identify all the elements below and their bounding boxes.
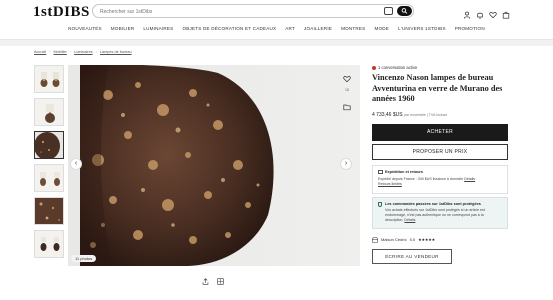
murano-glass-vase-image: [80, 65, 274, 266]
search-button[interactable]: [397, 6, 412, 16]
search-bar[interactable]: [92, 4, 414, 18]
lamp-pair-image: [40, 237, 60, 251]
nav-item[interactable]: ART: [285, 26, 295, 36]
truck-icon: [378, 169, 383, 174]
protection-description: Vos achats effectués sur 1stDibs sont pr…: [385, 207, 485, 222]
cart-icon[interactable]: [502, 6, 510, 19]
breadcrumb-item[interactable]: Lampes de bureau: [100, 50, 132, 54]
shipping-box: Expédition et retours Expédié depuis Fra…: [372, 164, 508, 194]
breadcrumb-item[interactable]: Luminaires: [74, 50, 93, 54]
lamp-pair-image: [40, 172, 60, 186]
breadcrumb-separator: ›: [49, 50, 51, 54]
glass-texture-image: [35, 198, 63, 224]
thumbnail[interactable]: [34, 65, 64, 93]
heart-icon: [343, 75, 351, 83]
protection-title: Les commandes passées sur 1stDibs sont p…: [385, 201, 481, 206]
camera-icon[interactable]: [384, 7, 393, 15]
search-input[interactable]: [100, 6, 370, 17]
thumbnail[interactable]: [34, 98, 64, 126]
returns-link[interactable]: Retours limités: [378, 182, 402, 186]
view-in-room-icon[interactable]: [217, 272, 224, 290]
lamp-image: [45, 104, 55, 123]
seller-rating: 5.0: [409, 237, 416, 242]
favorite-button[interactable]: [341, 70, 353, 88]
photo-count-badge[interactable]: 11 photos: [71, 255, 97, 262]
favorites-icon[interactable]: [489, 6, 497, 19]
thumbnail-list: [34, 65, 64, 263]
main-nav: NOUVEAUTÉS MOBILIER LUMINAIRES OBJETS DE…: [0, 26, 553, 36]
make-offer-button[interactable]: PROPOSER UN PRIX: [372, 143, 508, 160]
nav-item[interactable]: OBJETS DE DÉCORATION ET CADEAUX: [182, 26, 276, 36]
buy-button[interactable]: ACHETER: [372, 123, 508, 141]
product-title: Vincenzo Nason lampes de bureau Avventur…: [372, 73, 503, 103]
main-product-image[interactable]: ‹ ›: [68, 65, 360, 266]
rating-stars: ★★★★★: [418, 237, 436, 242]
protection-text: Vos achats effectués sur 1stDibs sont pr…: [385, 208, 502, 223]
save-to-folder-button[interactable]: [341, 98, 353, 116]
buyer-protection-box: Les commandes passées sur 1stDibs sont p…: [372, 196, 508, 229]
previous-image-arrow[interactable]: ‹: [70, 158, 82, 170]
seller-info: Maison Cedric 5.0 ★★★★★: [372, 236, 508, 243]
breadcrumb-item[interactable]: Accueil: [34, 50, 46, 54]
favorite-count: 15: [345, 88, 349, 92]
price-note: par ensemble | TVA incluse: [403, 112, 448, 117]
thumbnail[interactable]: [34, 164, 64, 192]
breadcrumb-separator: ›: [69, 50, 72, 54]
nav-item[interactable]: L'UNIVERS 1STDIBS: [398, 26, 446, 36]
notifications-icon[interactable]: [476, 6, 484, 19]
account-icon[interactable]: [463, 6, 471, 19]
product-details: 1 conversation active Vincenzo Nason lam…: [372, 65, 508, 264]
header-divider: [0, 40, 553, 46]
nav-item[interactable]: NOUVEAUTÉS: [68, 26, 102, 36]
breadcrumb: Accueil › Mobilier › Luminaires › Lampes…: [34, 50, 132, 54]
conversation-text: 1 conversation active: [378, 65, 418, 70]
next-image-arrow[interactable]: ›: [340, 158, 352, 170]
image-side-actions: 15: [341, 70, 353, 116]
glass-closeup-image: [35, 132, 63, 158]
nav-item[interactable]: MODE: [374, 26, 389, 36]
folder-icon: [343, 104, 351, 111]
shipping-title: Expédition et retours: [385, 169, 423, 174]
nav-item[interactable]: PROMOTION: [455, 26, 485, 36]
site-logo[interactable]: 1stDIBS: [33, 4, 90, 21]
storefront-icon: [372, 236, 378, 243]
shipping-details: Expédié depuis France : 340 $US livraiso…: [378, 177, 502, 187]
nav-item[interactable]: JOAILLERIE: [304, 26, 332, 36]
lamp-pair-image: [40, 72, 60, 87]
search-icon: [401, 8, 408, 14]
fire-icon: [372, 65, 376, 70]
shipping-details-link[interactable]: Détails: [464, 177, 475, 181]
image-actions: [202, 272, 224, 290]
breadcrumb-item[interactable]: Mobilier: [54, 50, 67, 54]
breadcrumb-separator: ›: [95, 50, 97, 54]
protection-details-link[interactable]: Détails: [404, 218, 415, 222]
thumbnail[interactable]: [34, 197, 64, 225]
contact-seller-button[interactable]: ÉCRIRE AU VENDEUR: [372, 248, 452, 264]
thumbnail-selected[interactable]: [34, 131, 64, 159]
shipping-cost: Expédié depuis France : 340 $US livraiso…: [378, 176, 464, 181]
seller-name[interactable]: Maison Cedric: [381, 237, 407, 242]
thumbnail[interactable]: [34, 230, 64, 258]
nav-item[interactable]: LUMINAIRES: [143, 26, 173, 36]
conversation-indicator: 1 conversation active: [372, 65, 508, 70]
price: 4 733,46 $US par ensemble | TVA incluse: [372, 112, 508, 118]
header-icons: [463, 6, 510, 19]
share-icon[interactable]: [202, 272, 209, 290]
price-value: 4 733,46 $US: [372, 111, 403, 118]
shield-icon: [378, 201, 382, 207]
site-header: 1stDIBS NOUVEAUTÉS MOBILIER LUMINAIRES O…: [0, 0, 553, 40]
nav-item[interactable]: MOBILIER: [111, 26, 135, 36]
nav-item[interactable]: MONTRES: [341, 26, 365, 36]
